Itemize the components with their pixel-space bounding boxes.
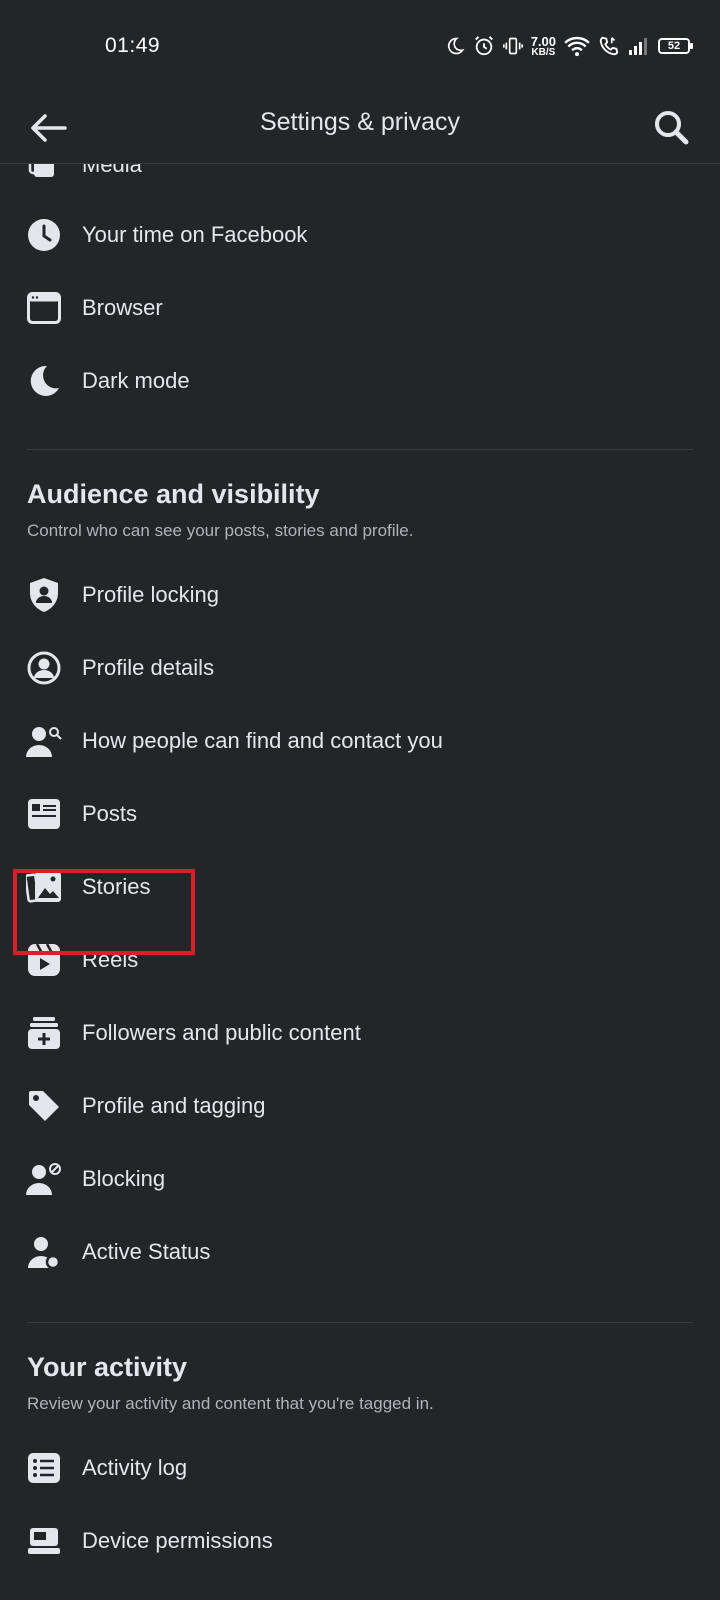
settings-item-dark-mode[interactable]: Dark mode xyxy=(0,344,720,418)
clock-icon xyxy=(26,217,62,253)
settings-item-label: Device permissions xyxy=(82,1528,273,1553)
person-search-icon xyxy=(26,723,62,759)
settings-item-label: Browser xyxy=(82,295,163,320)
section-title-audience: Audience and visibility xyxy=(27,479,320,509)
device-icon xyxy=(26,1523,62,1559)
section-subtitle-audience: Control who can see your posts, stories … xyxy=(27,521,414,540)
settings-item-label: Activity log xyxy=(82,1455,188,1480)
settings-item-label: Profile and tagging xyxy=(82,1093,266,1118)
search-icon xyxy=(652,108,690,146)
settings-item-label: Followers and public content xyxy=(82,1020,361,1045)
settings-item-label: Posts xyxy=(82,801,138,826)
settings-item-label: Profile locking xyxy=(82,582,219,607)
settings-item-label: Media xyxy=(82,164,142,177)
settings-item-browser[interactable]: Browser xyxy=(0,271,720,345)
section-title-activity: Your activity xyxy=(27,1352,188,1382)
search-button[interactable] xyxy=(648,104,694,150)
person-block-icon xyxy=(26,1161,62,1197)
section-divider xyxy=(27,1322,693,1323)
vibrate-icon xyxy=(502,35,523,57)
settings-item-activity-log[interactable]: Activity log xyxy=(0,1431,720,1505)
settings-item-media[interactable]: Media xyxy=(0,164,720,202)
page-title: Settings & privacy xyxy=(259,108,461,136)
battery-icon: 52 xyxy=(658,38,693,54)
signal-icon xyxy=(628,36,650,56)
settings-item-profile-locking[interactable]: Profile locking xyxy=(0,558,720,632)
call-icon xyxy=(598,35,620,57)
moon-status-icon xyxy=(445,36,465,56)
settings-item-profile-details[interactable]: Profile details xyxy=(0,631,720,705)
status-bar: 01:49 7.00 KB/S 52 xyxy=(0,0,720,92)
media-icon xyxy=(26,164,62,183)
posts-icon xyxy=(26,796,62,832)
section-divider xyxy=(27,449,693,450)
status-time: 01:49 xyxy=(105,34,161,57)
settings-item-posts[interactable]: Posts xyxy=(0,777,720,851)
settings-item-label: How people can find and contact you xyxy=(82,728,443,753)
active-status-icon xyxy=(26,1234,62,1270)
network-speed-unit: KB/S xyxy=(531,46,556,58)
settings-item-find-contact[interactable]: How people can find and contact you xyxy=(0,704,720,778)
settings-item-label: Profile details xyxy=(82,655,215,680)
list-icon xyxy=(26,1450,62,1486)
stories-highlight-box xyxy=(13,869,195,955)
shield-person-icon xyxy=(26,577,62,613)
settings-item-label: Your time on Facebook xyxy=(82,222,308,247)
settings-item-followers[interactable]: Followers and public content xyxy=(0,996,720,1070)
person-circle-icon xyxy=(26,650,62,686)
settings-item-label: Active Status xyxy=(82,1239,211,1264)
network-speed-value: 7.00 xyxy=(530,33,556,49)
network-speed: 7.00 KB/S xyxy=(531,35,556,58)
alarm-icon xyxy=(473,35,495,57)
settings-list[interactable]: Media Your time on Facebook Browser Dark… xyxy=(0,164,720,1600)
status-icons: 7.00 KB/S 52 xyxy=(445,33,693,59)
settings-item-active-status[interactable]: Active Status xyxy=(0,1215,720,1289)
browser-icon xyxy=(26,290,62,326)
settings-item-blocking[interactable]: Blocking xyxy=(0,1142,720,1216)
settings-item-label: Dark mode xyxy=(82,368,190,393)
tag-icon xyxy=(26,1088,62,1124)
settings-item-time-on-facebook[interactable]: Your time on Facebook xyxy=(0,198,720,272)
moon-icon xyxy=(26,363,62,399)
settings-item-label: Blocking xyxy=(82,1166,166,1191)
section-subtitle-activity: Review your activity and content that yo… xyxy=(27,1394,434,1413)
settings-item-device-permissions[interactable]: Device permissions xyxy=(0,1504,720,1578)
app-bar: Settings & privacy xyxy=(0,92,720,164)
wifi-icon xyxy=(564,35,590,57)
settings-item-profile-tagging[interactable]: Profile and tagging xyxy=(0,1069,720,1143)
followers-icon xyxy=(26,1015,62,1051)
